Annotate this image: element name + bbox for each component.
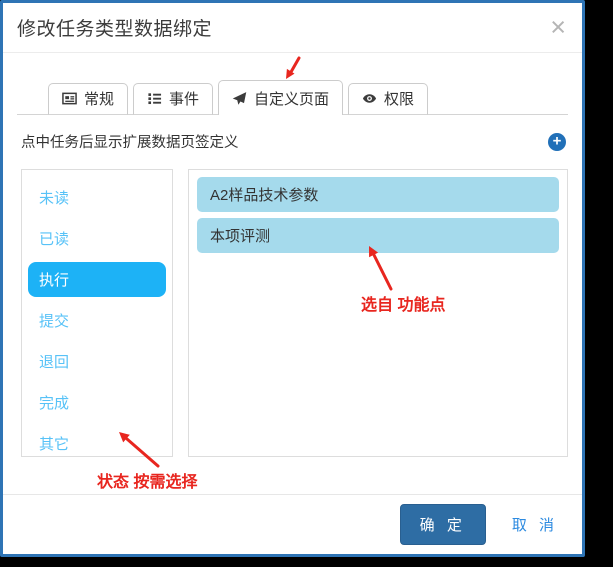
arrow-tab-icon: [286, 58, 299, 79]
status-item-submit[interactable]: 提交: [28, 303, 166, 338]
tab-label: 常规: [84, 88, 114, 109]
close-icon: ×: [550, 12, 566, 42]
tab-custom-page[interactable]: 自定义页面: [218, 80, 343, 115]
tab-label: 权限: [384, 88, 414, 109]
hint-text: 点中任务后显示扩展数据页签定义: [21, 131, 239, 152]
tab-bar: 常规: [3, 80, 582, 115]
status-item-return[interactable]: 退回: [28, 344, 166, 379]
dialog-footer: 确 定 取 消: [3, 494, 582, 554]
stage: 修改任务类型数据绑定 × 常规: [0, 0, 613, 567]
status-item-complete[interactable]: 完成: [28, 385, 166, 420]
send-icon: [232, 91, 247, 106]
hint-row: 点中任务后显示扩展数据页签定义 +: [21, 131, 568, 152]
add-button[interactable]: +: [548, 133, 566, 151]
cancel-button[interactable]: 取 消: [510, 510, 560, 539]
status-item-unread[interactable]: 未读: [28, 180, 166, 215]
content-row: 未读 已读 执行 提交 退回 完成 其它 A2样品技术参数 本项评测: [21, 169, 568, 457]
dialog-title: 修改任务类型数据绑定: [17, 14, 212, 41]
status-item-execute[interactable]: 执行: [28, 262, 166, 297]
dialog-header: 修改任务类型数据绑定 ×: [3, 3, 582, 53]
binding-item[interactable]: 本项评测: [197, 218, 559, 253]
list-icon: [147, 91, 162, 106]
tab-label: 事件: [169, 88, 199, 109]
list-alt-icon: [62, 91, 77, 106]
eye-icon: [362, 91, 377, 106]
modal-dialog: 修改任务类型数据绑定 × 常规: [0, 0, 585, 557]
tab-permissions[interactable]: 权限: [348, 83, 428, 115]
plus-icon: +: [553, 134, 562, 149]
tab-label: 自定义页面: [254, 88, 329, 109]
status-list: 未读 已读 执行 提交 退回 完成 其它: [21, 169, 173, 457]
annotation-bindings-note: 选自 功能点: [361, 291, 445, 315]
close-button[interactable]: ×: [548, 14, 568, 41]
tab-content: 点中任务后显示扩展数据页签定义 + 未读 已读 执行 提交 退回 完成 其它 A…: [3, 115, 582, 457]
ok-button[interactable]: 确 定: [400, 504, 486, 545]
annotation-status-note: 状态 按需选择: [97, 468, 197, 492]
tabs: 常规: [17, 80, 568, 115]
tab-events[interactable]: 事件: [133, 83, 213, 115]
status-item-other[interactable]: 其它: [28, 426, 166, 461]
binding-item[interactable]: A2样品技术参数: [197, 177, 559, 212]
status-item-read[interactable]: 已读: [28, 221, 166, 256]
tab-general[interactable]: 常规: [48, 83, 128, 115]
